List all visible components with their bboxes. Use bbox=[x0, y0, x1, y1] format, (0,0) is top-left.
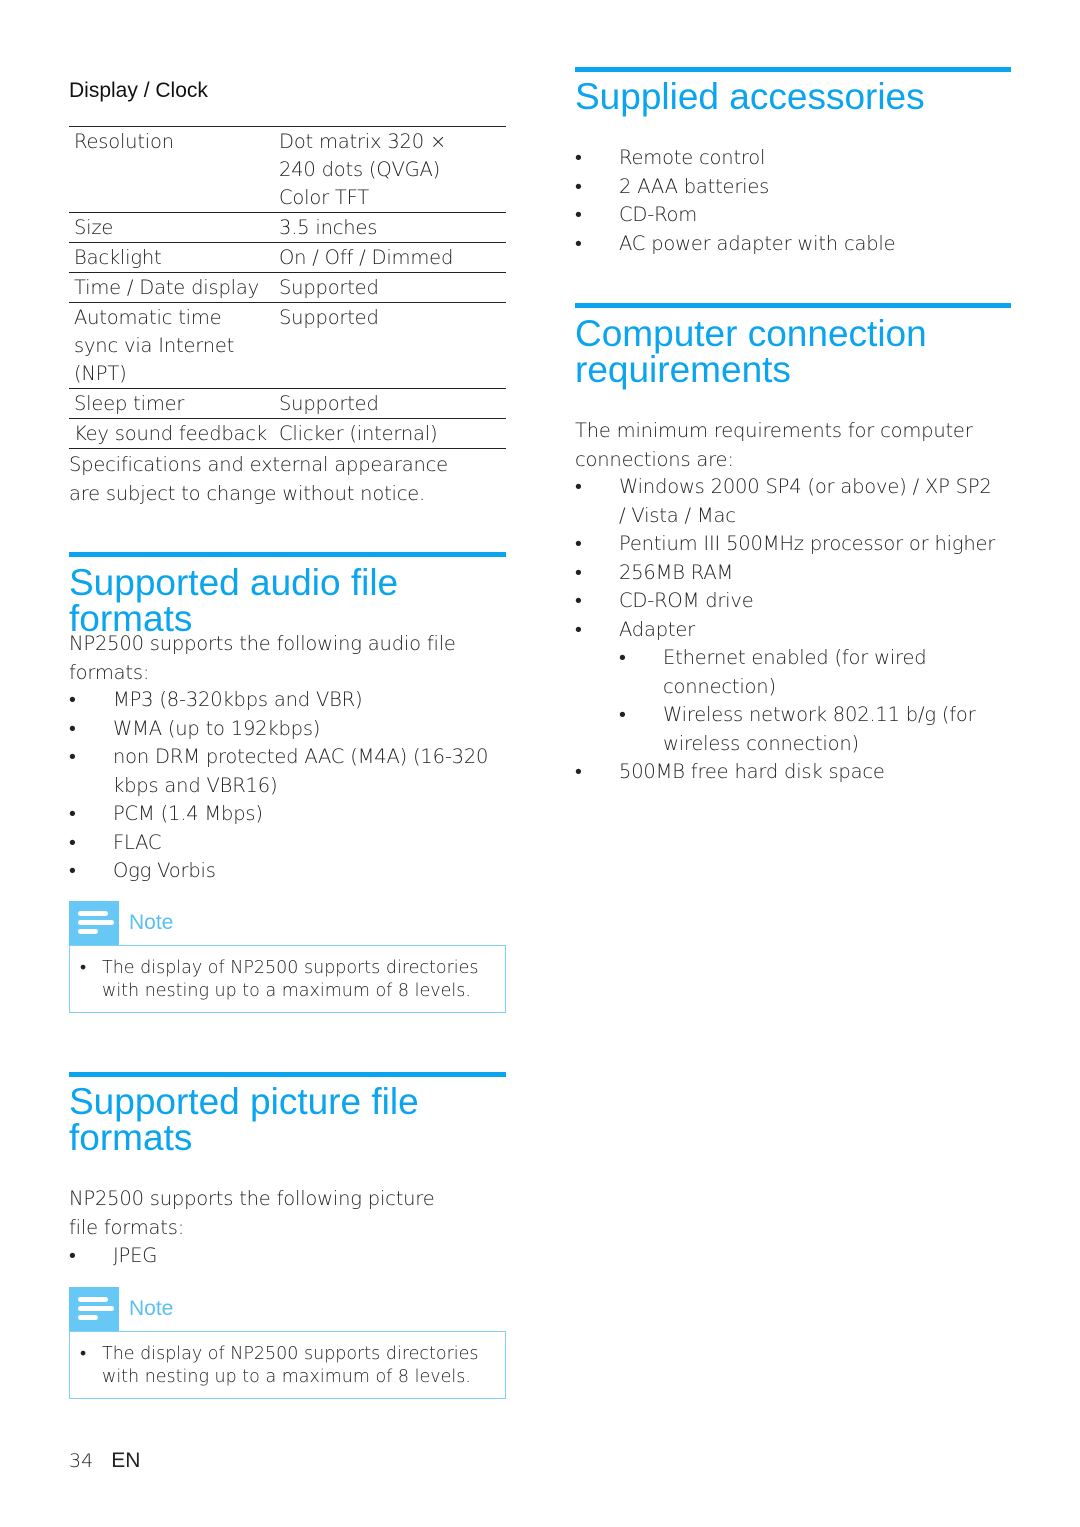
spec-key: Size bbox=[74, 216, 114, 239]
spec-key: Resolution bbox=[74, 130, 174, 153]
display-clock-spec-table: Resolution Dot matrix 320 × 240 dots (QV… bbox=[69, 126, 506, 449]
note-text: The display of NP2500 supports directori… bbox=[80, 957, 495, 1003]
list-item: Ogg Vorbis bbox=[69, 857, 506, 886]
table-row: Key sound feedback Clicker (internal) bbox=[69, 419, 506, 449]
audio-formats-list: MP3 (8-320kbps and VBR) WMA (up to 192kb… bbox=[69, 686, 506, 886]
spec-value: Clicker (internal) bbox=[279, 422, 438, 445]
list-item: Remote control bbox=[575, 144, 1011, 173]
spec-key: Automatic time sync via Internet (NPT) bbox=[74, 306, 235, 385]
list-item: 500MB free hard disk space bbox=[575, 758, 1011, 787]
page-number: 34 bbox=[69, 1450, 94, 1472]
table-row: Automatic time sync via Internet (NPT) S… bbox=[69, 303, 506, 389]
table-row: Sleep timer Supported bbox=[69, 389, 506, 419]
list-item: Windows 2000 SP4 (or above) / XP SP2 / V… bbox=[575, 473, 1011, 530]
spec-key: Sleep timer bbox=[74, 392, 185, 415]
adapter-sublist: Ethernet enabled (for wired connection) … bbox=[619, 644, 1011, 758]
spec-value: Supported bbox=[279, 276, 379, 299]
list-item: 2 AAA batteries bbox=[575, 173, 1011, 202]
picture-formats-heading: Supported picture file formats bbox=[69, 1081, 419, 1158]
table-row: Resolution Dot matrix 320 × 240 dots (QV… bbox=[69, 126, 506, 213]
note-text: The display of NP2500 supports directori… bbox=[80, 1343, 495, 1389]
list-item: CD-ROM drive bbox=[575, 587, 1011, 616]
section-rule bbox=[69, 1072, 506, 1077]
spec-value: Dot matrix 320 × 240 dots (QVGA) Color T… bbox=[279, 130, 447, 209]
table-row: Backlight On / Off / Dimmed bbox=[69, 243, 506, 273]
picture-formats-list: JPEG bbox=[69, 1242, 506, 1271]
list-item: JPEG bbox=[69, 1242, 506, 1271]
note-title: Note bbox=[129, 1297, 174, 1320]
list-item: 256MB RAM bbox=[575, 559, 1011, 588]
spec-value: On / Off / Dimmed bbox=[279, 246, 454, 269]
adapter-label: Adapter bbox=[619, 617, 695, 641]
note-icon bbox=[69, 1287, 119, 1331]
audio-formats-heading: Supported audio file formats bbox=[69, 562, 399, 639]
accessories-heading: Supplied accessories bbox=[575, 76, 925, 117]
table-row: Size 3.5 inches bbox=[69, 213, 506, 243]
list-item: Wireless network 802.11 b/g (for wireles… bbox=[619, 701, 1011, 758]
table-row: Time / Date display Supported bbox=[69, 273, 506, 303]
spec-value: Supported bbox=[279, 392, 379, 415]
picture-formats-intro: NP2500 supports the following picture fi… bbox=[69, 1187, 435, 1239]
spec-value: 3.5 inches bbox=[279, 216, 378, 239]
section-rule bbox=[69, 552, 506, 557]
list-item: Ethernet enabled (for wired connection) bbox=[619, 644, 1011, 701]
spec-key: Key sound feedback bbox=[74, 422, 267, 445]
computer-requirements-heading: Computer connection requirements bbox=[575, 313, 927, 390]
accessories-list: Remote control 2 AAA batteries CD-Rom AC… bbox=[575, 144, 1011, 258]
picture-note: Note The display of NP2500 supports dire… bbox=[69, 1287, 506, 1399]
list-item: PCM (1.4 Mbps) bbox=[69, 800, 506, 829]
list-item: CD-Rom bbox=[575, 201, 1011, 230]
list-item: AC power adapter with cable bbox=[575, 230, 1011, 259]
list-item: MP3 (8-320kbps and VBR) bbox=[69, 686, 506, 715]
note-icon bbox=[69, 901, 119, 945]
spec-key: Backlight bbox=[74, 246, 162, 269]
audio-formats-intro: NP2500 supports the following audio file… bbox=[69, 632, 456, 684]
display-clock-subheading: Display / Clock bbox=[69, 79, 208, 102]
spec-value: Supported bbox=[279, 306, 379, 329]
audio-note: Note The display of NP2500 supports dire… bbox=[69, 901, 506, 1013]
specs-disclaimer: Specifications and external appearance a… bbox=[69, 453, 448, 505]
list-item: Adapter Ethernet enabled (for wired conn… bbox=[575, 616, 1011, 759]
language-code: EN bbox=[111, 1449, 141, 1472]
list-item: FLAC bbox=[69, 829, 506, 858]
spec-key: Time / Date display bbox=[74, 276, 259, 299]
list-item: non DRM protected AAC (M4A) (16-320 kbps… bbox=[69, 743, 506, 800]
section-rule bbox=[575, 67, 1011, 72]
page-footer: 34 EN bbox=[69, 1449, 140, 1473]
list-item: WMA (up to 192kbps) bbox=[69, 715, 506, 744]
section-rule bbox=[575, 303, 1011, 308]
note-title: Note bbox=[129, 911, 174, 934]
list-item: Pentium III 500MHz processor or higher bbox=[575, 530, 1011, 559]
computer-requirements-intro: The minimum requirements for computer co… bbox=[575, 419, 973, 471]
computer-requirements-list: Windows 2000 SP4 (or above) / XP SP2 / V… bbox=[575, 473, 1011, 787]
